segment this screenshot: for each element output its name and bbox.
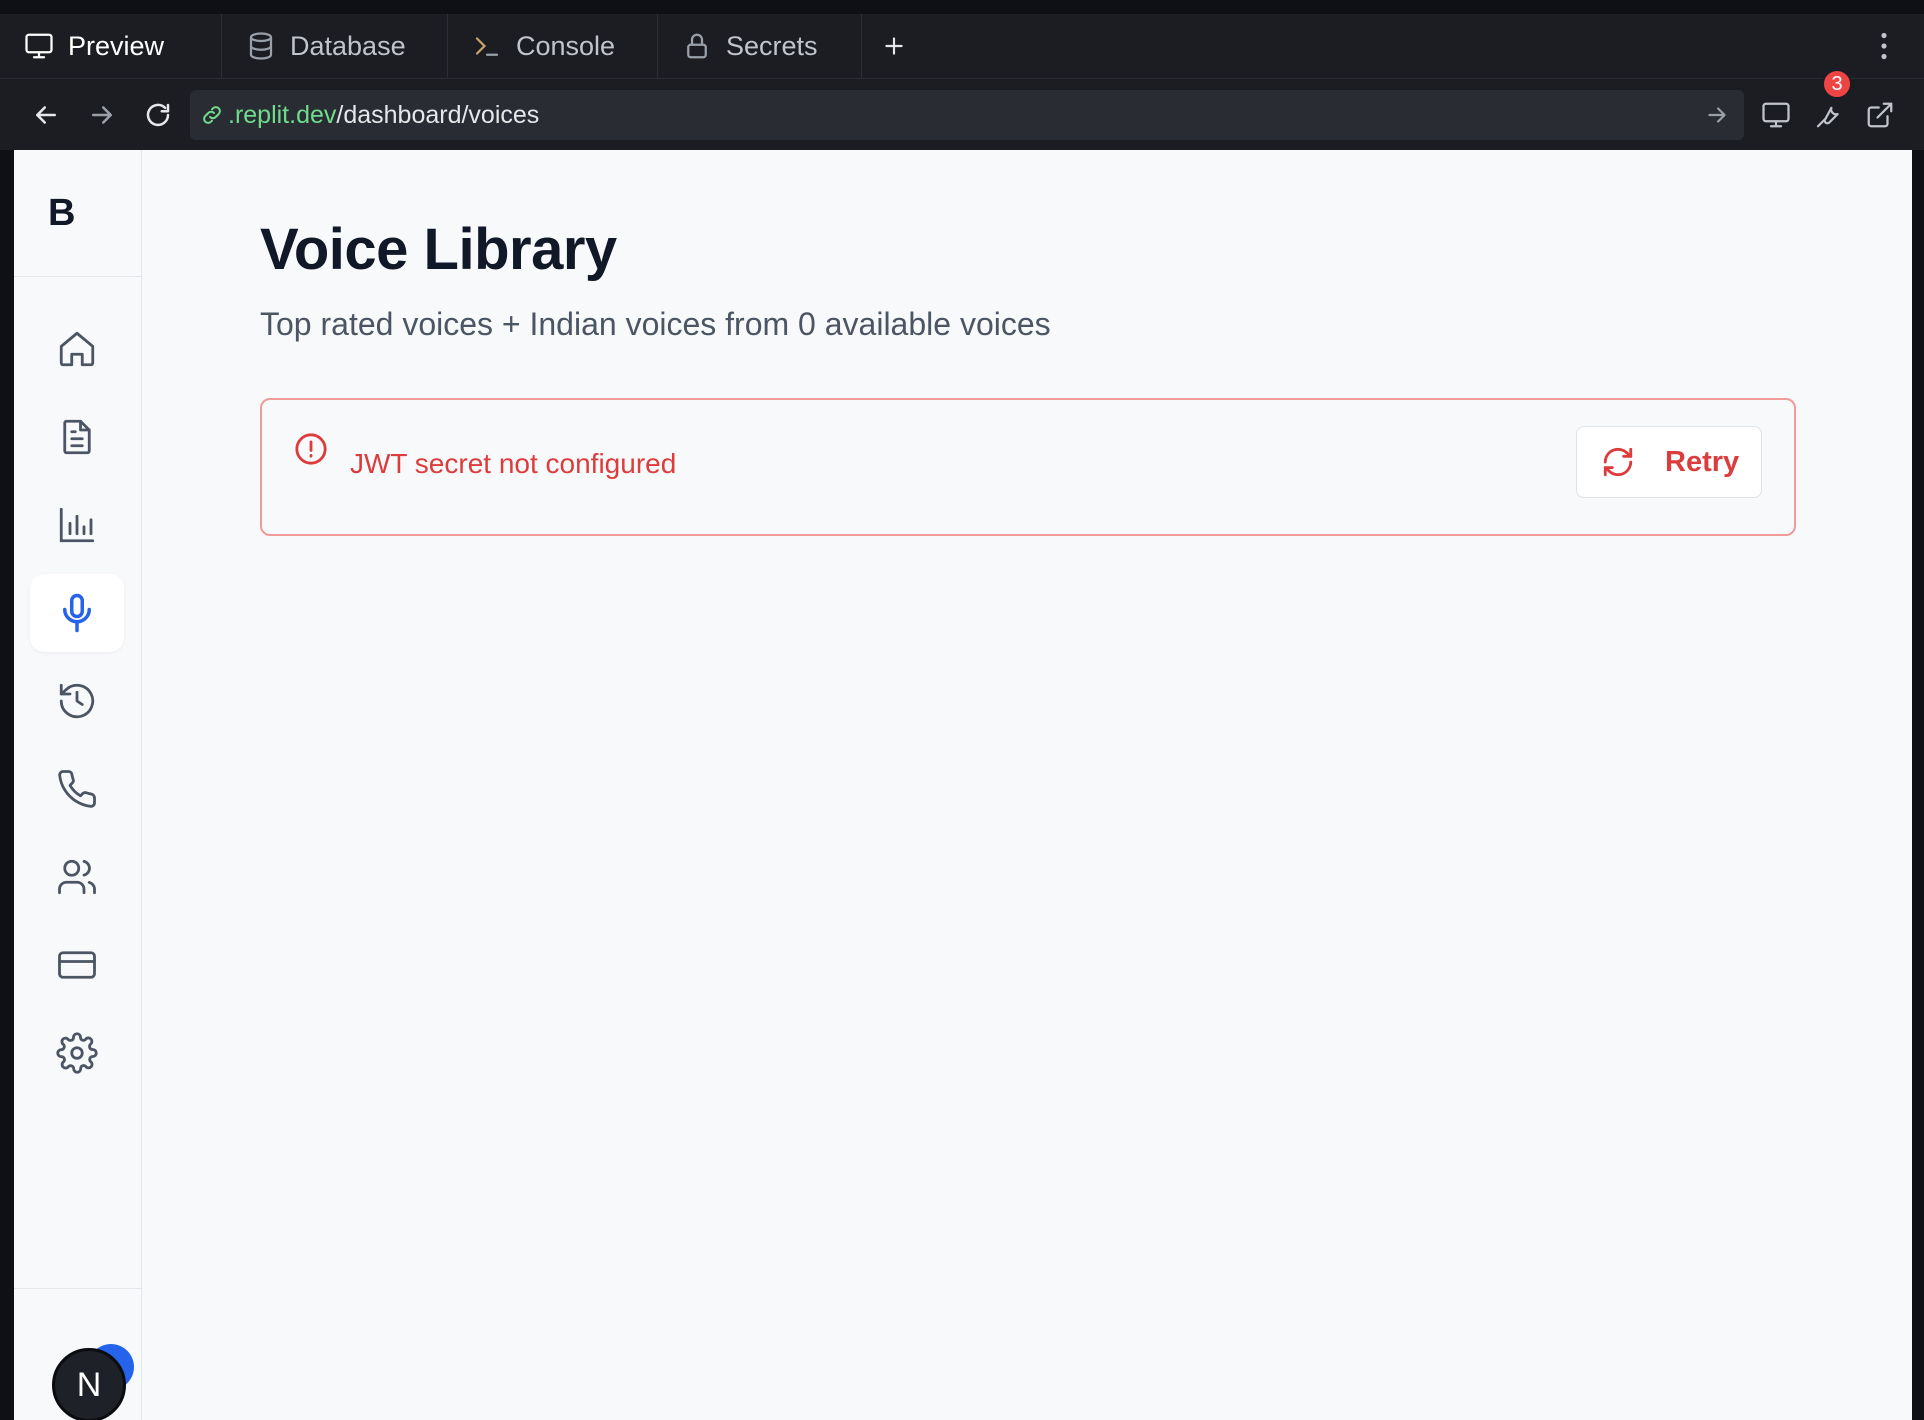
sidebar: B [14, 150, 142, 1420]
arrow-left-icon [36, 106, 56, 124]
monitor-icon [25, 33, 53, 59]
users-icon [58, 859, 96, 895]
tab-label: Preview [68, 30, 165, 61]
page-title: Voice Library [260, 217, 617, 282]
sidebar-item-history[interactable] [30, 662, 124, 740]
sidebar-item-analytics[interactable] [30, 486, 124, 564]
arrow-right-icon [92, 106, 112, 124]
app-logo[interactable]: B [14, 150, 142, 277]
history-icon [59, 683, 95, 719]
tab-preview[interactable]: Preview [0, 14, 222, 78]
tab-label: Console [516, 30, 616, 61]
sidebar-item-calls[interactable] [30, 750, 124, 828]
open-new-window-button[interactable] [1860, 95, 1900, 135]
sidebar-item-contacts[interactable] [30, 838, 124, 916]
sidebar-item-documents[interactable] [30, 398, 124, 476]
tab-label: Secrets [726, 30, 818, 61]
gear-icon [56, 1032, 98, 1074]
error-alert: JWT secret not configured Retry [260, 398, 1796, 536]
go-arrow-icon[interactable] [1704, 102, 1730, 128]
notification-badge: 3 [1822, 69, 1852, 99]
bar-chart-icon [59, 507, 95, 543]
link-icon [203, 106, 221, 124]
error-message: JWT secret not configured [350, 448, 677, 479]
url-path: /dashboard/voices [336, 100, 540, 129]
back-button[interactable] [26, 95, 66, 135]
app-preview: B N Voice Library Top rated voices + Ind… [14, 150, 1912, 1420]
lock-icon [687, 33, 707, 59]
user-avatar-group[interactable]: N [52, 1344, 152, 1420]
reload-button[interactable] [138, 95, 178, 135]
add-tab-button[interactable] [862, 14, 926, 78]
tab-console[interactable]: Console [448, 14, 658, 78]
external-link-icon [1867, 102, 1893, 128]
retry-button[interactable]: Retry [1576, 426, 1762, 498]
tab-label: Database [290, 30, 406, 61]
more-options-button[interactable] [1872, 30, 1896, 62]
url-domain: .replit.dev [228, 100, 337, 129]
document-icon [63, 419, 91, 455]
alert-circle-icon [295, 433, 327, 465]
plus-icon [885, 37, 903, 55]
microphone-icon [63, 593, 91, 633]
database-icon [249, 32, 273, 60]
url-bar[interactable]: .replit.dev/dashboard/voices [190, 90, 1744, 140]
sidebar-item-billing[interactable] [30, 926, 124, 1004]
credit-card-icon [58, 951, 96, 979]
reload-icon [146, 103, 170, 127]
wrench-icon [1816, 106, 1839, 128]
forward-button[interactable] [82, 95, 122, 135]
tab-database[interactable]: Database [222, 14, 448, 78]
tab-secrets[interactable]: Secrets [658, 14, 862, 78]
sidebar-item-voices[interactable] [30, 574, 124, 652]
refresh-icon [1603, 447, 1633, 477]
vertical-dots-icon [1881, 32, 1887, 60]
retry-label: Retry [1665, 445, 1740, 478]
device-preview-button[interactable] [1756, 95, 1796, 135]
devtools-button[interactable] [1808, 95, 1848, 135]
sidebar-item-home[interactable] [30, 310, 124, 388]
page-subtitle: Top rated voices + Indian voices from 0 … [260, 306, 1051, 342]
terminal-icon [475, 37, 499, 56]
avatar[interactable]: N [52, 1348, 126, 1420]
phone-icon [58, 770, 96, 808]
main-content: Voice Library Top rated voices + Indian … [142, 150, 1912, 1420]
browser-toolbar: .replit.dev/dashboard/voices 3 [0, 69, 1924, 150]
home-icon [59, 331, 95, 367]
sidebar-item-settings[interactable] [30, 1014, 124, 1092]
monitor-icon [1762, 102, 1790, 128]
workspace-tab-bar: Preview Database Console Secrets [0, 14, 1924, 78]
